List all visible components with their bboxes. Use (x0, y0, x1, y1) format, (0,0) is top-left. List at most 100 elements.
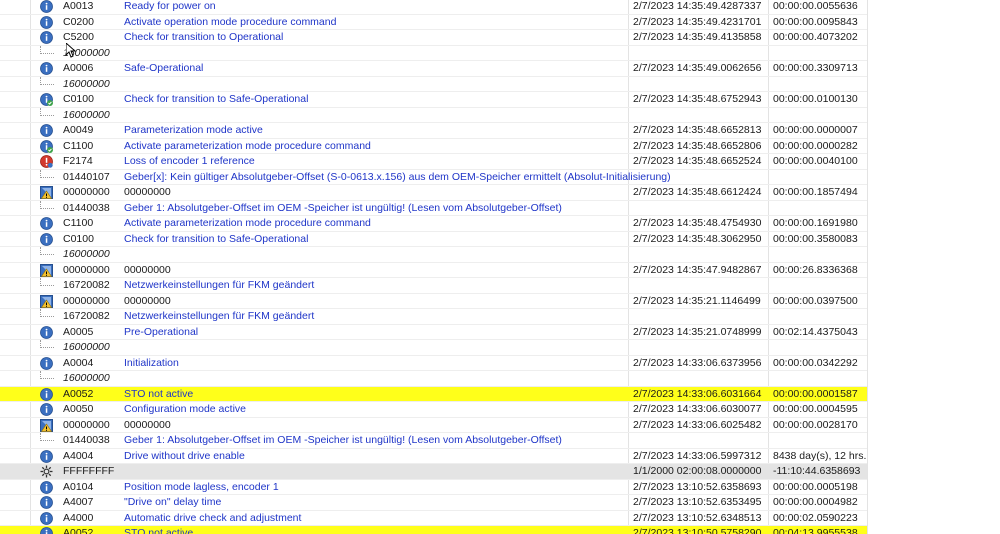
info-icon (40, 0, 53, 13)
info-icon (40, 449, 53, 463)
diagnosis-code: 00000000 (63, 186, 110, 198)
log-row[interactable]: A4004 Drive without drive enable 2/7/2023 … (0, 449, 867, 464)
timestamp: 2/7/2023 14:35:48.6752943 (633, 93, 762, 105)
log-row[interactable]: F2174 Loss of encoder 1 reference 2/7/2023… (0, 154, 867, 170)
diagnosis-message: 00000000 (124, 294, 171, 307)
log-row[interactable]: A0049 Parameterization mode active 2/7/202… (0, 123, 867, 139)
diagnosis-code: A0005 (63, 325, 94, 338)
log-row[interactable]: 16000000 (0, 371, 867, 387)
diagnosis-code: A4007 (63, 496, 94, 508)
warning-list-icon (40, 263, 53, 277)
diagnosis-code: C0100 (63, 93, 94, 105)
log-row[interactable]: C5200 Check for transition to Operational… (0, 30, 867, 46)
timestamp: 2/7/2023 14:33:06.6373956 (633, 356, 762, 369)
timestamp: 2/7/2023 14:35:48.6612424 (633, 186, 762, 198)
log-row[interactable]: 01440038 Geber 1: Absolutgeber-Offset im … (0, 433, 867, 449)
log-row[interactable]: A0104 Position mode lagless, encoder 1 2/7… (0, 480, 867, 495)
timestamp: 2/7/2023 14:35:48.6652806 (633, 139, 762, 152)
diagnosis-code: 00000000 (63, 294, 110, 307)
tree-connector (40, 278, 54, 286)
log-row[interactable]: A0052 STO not active 2/7/2023 14:33:06.603… (0, 386, 867, 402)
log-row[interactable]: A0004 Initialization 2/7/2023 14:33:06.637… (0, 356, 867, 371)
log-row[interactable]: C0100 Check for transition to Safe-Operat… (0, 92, 867, 108)
duration: 00:00:00.0100130 (773, 93, 858, 105)
log-row[interactable]: A4000 Automatic drive check and adjustmen… (0, 511, 867, 526)
log-row[interactable]: 01440107 Geber[x]: Kein gültiger Absolutg… (0, 169, 867, 185)
timestamp: 2/7/2023 14:35:49.4135858 (633, 31, 762, 43)
log-row[interactable]: 00000000 00000000 2/7/2023 14:35:47.948286… (0, 263, 867, 278)
timestamp: 2/7/2023 14:35:48.6652813 (633, 124, 762, 136)
timestamp: 2/7/2023 14:35:48.4754930 (633, 217, 762, 229)
diagnosis-code: 16000000 (63, 248, 110, 260)
log-row[interactable]: A0013 Ready for power on 2/7/2023 14:35:49… (0, 0, 867, 15)
log-row[interactable]: 16720082 Netzwerkeinstellungen für FKM ge… (0, 309, 867, 325)
log-row[interactable]: 01440038 Geber 1: Absolutgeber-Offset im … (0, 200, 867, 216)
diagnosis-code: C1100 (63, 217, 94, 229)
info-icon (40, 387, 53, 401)
diagnosis-code: A0052 (63, 387, 94, 400)
diagnosis-code: 16720082 (63, 279, 110, 291)
timestamp: 2/7/2023 14:33:06.5997312 (633, 449, 762, 462)
log-row[interactable]: 16000000 (0, 247, 867, 263)
diagnosis-code: FFFFFFFF (63, 465, 115, 477)
tree-connector (40, 371, 54, 379)
info-icon (40, 62, 53, 75)
info-check-icon (40, 93, 53, 106)
log-row[interactable]: 00000000 00000000 2/7/2023 14:35:21.114649… (0, 294, 867, 309)
timestamp: 2/7/2023 14:35:48.6652524 (633, 155, 762, 167)
log-row[interactable]: FFFFFFFF 1/1/2000 02:00:08.0000000 -11:10:… (0, 464, 867, 480)
log-row[interactable]: A0052 STO not active 2/7/2023 13:10:50.575… (0, 526, 867, 534)
info-icon (40, 31, 53, 44)
log-row[interactable]: A0006 Safe-Operational 2/7/2023 14:35:49.0… (0, 61, 867, 77)
timestamp: 2/7/2023 14:33:06.6025482 (633, 418, 762, 431)
diagnosis-code: 01440107 (63, 170, 110, 183)
diagnosis-message: Position mode lagless, encoder 1 (124, 480, 279, 493)
diagnosis-message: Activate parameterization mode procedure… (124, 139, 371, 152)
diagnosis-message: STO not active (124, 527, 194, 534)
warning-list-icon (40, 186, 53, 199)
log-row[interactable]: A0005 Pre-Operational 2/7/2023 14:35:21.07… (0, 325, 867, 340)
timestamp: 2/7/2023 14:35:47.9482867 (633, 263, 762, 276)
diagnosis-message: Drive without drive enable (124, 449, 245, 462)
log-row[interactable]: A0050 Configuration mode active 2/7/2023 1… (0, 402, 867, 418)
info-icon (40, 496, 53, 509)
log-row[interactable]: C1100 Activate parameterization mode proc… (0, 216, 867, 232)
info-icon (40, 480, 53, 494)
log-row[interactable]: 16000000 (0, 76, 867, 92)
gear-icon (40, 465, 53, 478)
log-row[interactable]: 16000000 (0, 340, 867, 356)
timestamp: 2/7/2023 13:10:50.5758290 (633, 527, 762, 534)
diagnosis-message: Ready for power on (124, 0, 216, 12)
tree-connector (40, 107, 54, 116)
timestamp: 2/7/2023 14:33:06.6031664 (633, 387, 762, 400)
diagnosis-message: "Drive on" delay time (124, 496, 222, 508)
log-row[interactable]: 16720082 Netzwerkeinstellungen für FKM ge… (0, 278, 867, 294)
duration: 00:02:14.4375043 (773, 325, 858, 338)
duration: 00:00:00.0000282 (773, 139, 858, 152)
log-row[interactable]: 00000000 00000000 2/7/2023 14:35:48.661242… (0, 185, 867, 201)
diagnosis-message: Safe-Operational (124, 62, 204, 74)
warning-list-icon (40, 418, 53, 432)
duration: 00:00:00.4073202 (773, 31, 858, 43)
info-icon (40, 356, 53, 370)
info-check-icon (40, 139, 53, 153)
diagnosis-code: 00000000 (63, 418, 110, 431)
diagnosis-log-list[interactable]: A0013 Ready for power on 2/7/2023 14:35:49… (0, 0, 1000, 534)
warning-list-icon (40, 294, 53, 308)
timestamp: 2/7/2023 14:35:48.3062950 (633, 232, 762, 245)
log-row[interactable]: A4007 "Drive on" delay time 2/7/2023 13:10… (0, 495, 867, 511)
log-row[interactable]: 16000000 (0, 107, 867, 123)
tree-connector (40, 169, 54, 178)
diagnosis-code: 01440038 (63, 434, 110, 446)
log-row[interactable]: C1100 Activate parameterization mode proc… (0, 139, 867, 154)
diagnosis-code: 01440038 (63, 201, 110, 214)
log-row[interactable]: C0200 Activate operation mode procedure c… (0, 15, 867, 30)
duration: 00:00:00.3309713 (773, 62, 858, 74)
diagnosis-code: A0104 (63, 480, 94, 493)
duration: 00:00:00.0000007 (773, 124, 858, 136)
duration: 00:00:02.0590223 (773, 511, 858, 524)
log-row[interactable]: 16000000 (0, 45, 867, 61)
diagnosis-message: Activate parameterization mode procedure… (124, 217, 371, 229)
log-row[interactable]: C0100 Check for transition to Safe-Operat… (0, 232, 867, 247)
log-row[interactable]: 00000000 00000000 2/7/2023 14:33:06.602548… (0, 418, 867, 433)
